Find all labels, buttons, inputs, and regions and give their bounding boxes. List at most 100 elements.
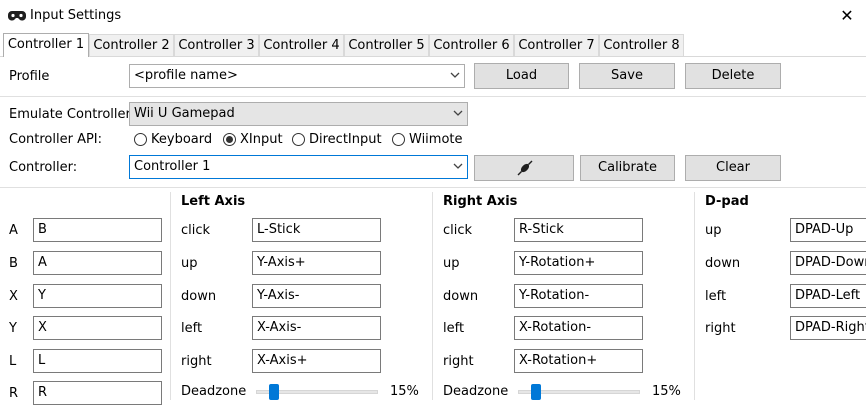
mapping-value: X-Axis- [257,320,302,335]
controller-value: Controller 1 [134,159,211,174]
mapping-input-l[interactable]: L [33,349,162,373]
right-axis-input-down[interactable]: Y-Rotation- [514,284,643,308]
mapping-value: DPAD-Up [795,222,854,237]
connect-button[interactable] [474,155,574,181]
right-deadzone-slider-thumb[interactable] [531,384,542,400]
delete-button[interactable]: Delete [685,63,781,89]
radio-circle [134,133,147,146]
section-divider [0,187,866,188]
load-button[interactable]: Load [474,63,569,89]
right-axis-label-click: click [443,223,473,238]
left-axis-input-right[interactable]: X-Axis+ [252,349,381,373]
radio-xinput-label: XInput [240,132,283,147]
emulate-controller-label: Emulate Controller [9,107,131,122]
close-button[interactable]: ✕ [834,4,860,28]
mapping-value: X-Axis+ [257,353,308,368]
radio-keyboard[interactable]: Keyboard [134,132,216,148]
calibrate-button[interactable]: Calibrate [580,155,675,181]
left-axis-input-down[interactable]: Y-Axis- [252,284,381,308]
mapping-value: DPAD-Left [795,288,861,303]
dpad-label-up: up [705,223,722,238]
controller-api-label: Controller API: [9,132,103,147]
mapping-value: Y-Rotation- [519,288,590,303]
window-title: Input Settings [30,8,122,23]
mapping-input-x[interactable]: Y [33,284,162,308]
radio-circle [392,133,405,146]
title-bar [0,0,866,33]
mapping-input-y[interactable]: X [33,316,162,340]
left-axis-input-left[interactable]: X-Axis- [252,316,381,340]
dpad-input-right[interactable]: DPAD-Right [790,316,866,340]
radio-selected-dot [226,136,233,143]
dpad-label-left: left [705,289,727,304]
right-axis-input-right[interactable]: X-Rotation+ [514,349,643,373]
right-axis-input-click[interactable]: R-Stick [514,218,643,242]
radio-circle [292,133,305,146]
radio-directinput-label: DirectInput [309,132,382,147]
clear-button[interactable]: Clear [685,155,781,181]
controller-label: Controller: [9,160,78,175]
mapping-value: Y-Rotation+ [519,255,596,270]
right-deadzone-value: 15% [652,384,681,399]
chevron-down-icon [453,163,463,169]
mapping-value: X-Rotation- [519,320,592,335]
left-axis-input-up[interactable]: Y-Axis+ [252,251,381,275]
profile-combo[interactable]: <profile name> [129,64,465,88]
mapping-label-l: L [9,354,17,369]
mapping-label-b: B [9,256,18,271]
mapping-value: DPAD-Down [795,255,866,270]
mapping-value: Y [38,288,46,303]
mapping-label-r: R [9,386,19,401]
left-deadzone-label: Deadzone [181,384,247,399]
profile-label: Profile [9,69,50,84]
radio-directinput[interactable]: DirectInput [292,132,384,148]
chevron-down-icon [450,72,460,78]
dpad-input-up[interactable]: DPAD-Up [790,218,866,242]
dpad-label-down: down [705,256,741,271]
tab-controller-1[interactable]: Controller 1 [3,33,89,57]
right-axis-label-left: left [443,321,465,336]
right-axis-input-up[interactable]: Y-Rotation+ [514,251,643,275]
right-axis-label-down: down [443,289,479,304]
mapping-label-y: Y [9,321,17,336]
mapping-value: X [38,320,47,335]
emulate-controller-combo[interactable]: Wii U Gamepad [129,102,468,126]
mapping-input-r[interactable]: R [33,381,162,405]
dpad-input-left[interactable]: DPAD-Left [790,284,866,308]
tab-controller-2[interactable]: Controller 2 [89,34,174,56]
radio-keyboard-label: Keyboard [151,132,213,147]
column-divider [170,192,171,400]
left-axis-input-click[interactable]: L-Stick [252,218,381,242]
section-divider [0,96,866,97]
mapping-input-a[interactable]: B [33,218,162,242]
tab-controller-6[interactable]: Controller 6 [429,34,514,56]
radio-wiimote-label: Wiimote [409,132,463,147]
mapping-input-b[interactable]: A [33,251,162,275]
tab-controller-7[interactable]: Controller 7 [514,34,599,56]
radio-wiimote[interactable]: Wiimote [392,132,464,148]
mapping-value: Y-Axis+ [257,255,306,270]
mapping-value: A [38,255,47,270]
tab-controller-3[interactable]: Controller 3 [174,34,259,56]
mapping-value: B [38,222,47,237]
right-axis-title: Right Axis [443,194,518,209]
chevron-down-icon [453,110,463,116]
left-deadzone-slider-thumb[interactable] [269,384,280,400]
mapping-value: L [38,353,46,368]
tab-controller-4[interactable]: Controller 4 [259,34,344,56]
right-axis-input-left[interactable]: X-Rotation- [514,316,643,340]
tab-controller-8[interactable]: Controller 8 [599,34,684,56]
save-button[interactable]: Save [579,63,675,89]
left-axis-title: Left Axis [181,194,246,209]
mapping-value: X-Rotation+ [519,353,598,368]
right-deadzone-label: Deadzone [443,384,509,399]
controller-combo[interactable]: Controller 1 [129,155,468,179]
close-icon: ✕ [840,6,854,25]
dpad-label-right: right [705,321,736,336]
left-axis-label-right: right [181,354,212,369]
tab-controller-5[interactable]: Controller 5 [344,34,429,56]
mapping-value: R [38,385,48,400]
mapping-value: Y-Axis- [257,288,300,303]
radio-xinput[interactable]: XInput [223,132,285,148]
dpad-input-down[interactable]: DPAD-Down [790,251,866,275]
